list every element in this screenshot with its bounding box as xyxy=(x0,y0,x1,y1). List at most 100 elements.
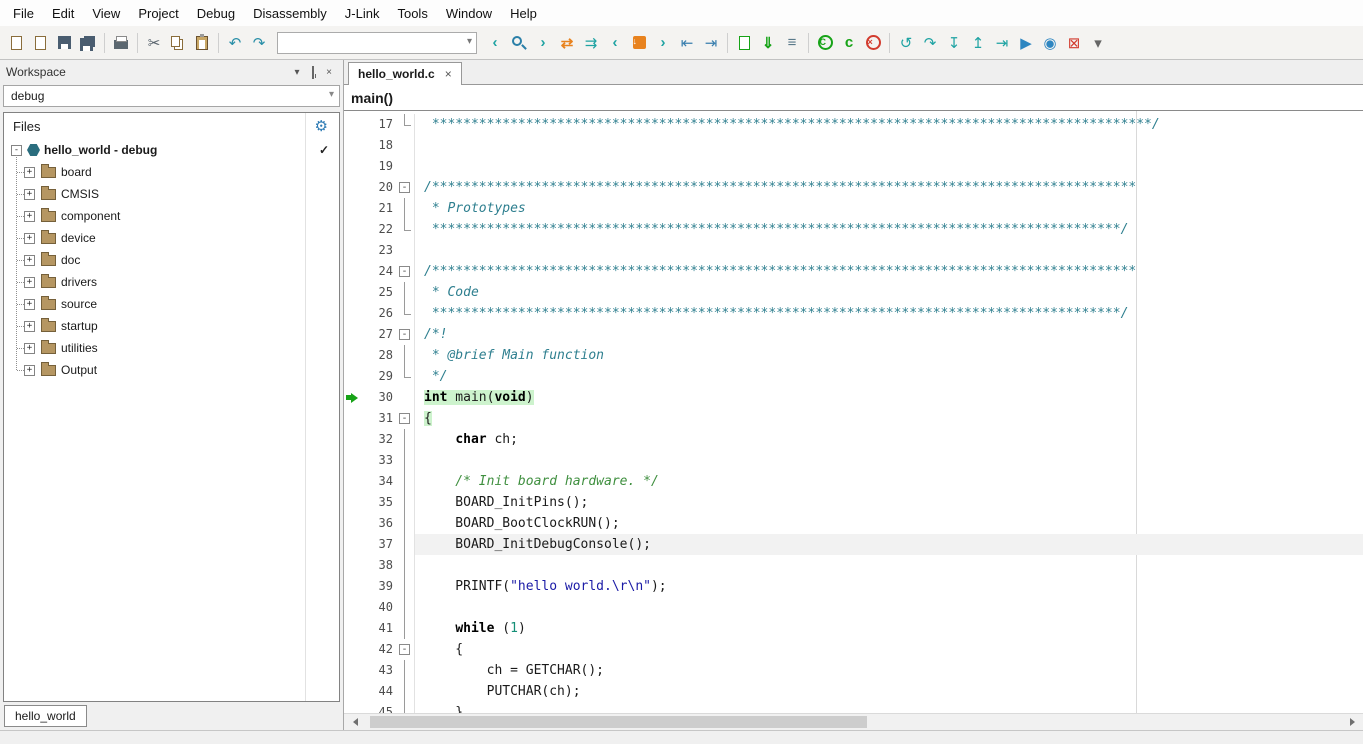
download-and-debug-button[interactable]: ⇓ xyxy=(756,31,780,55)
tree-item-drivers[interactable]: +drivers xyxy=(4,271,339,293)
print-button[interactable] xyxy=(109,31,133,55)
tab-close-icon[interactable]: × xyxy=(445,67,452,81)
tree-item-output[interactable]: +Output xyxy=(4,359,339,381)
paste-button[interactable] xyxy=(190,31,214,55)
break-button[interactable]: ◉ xyxy=(1038,31,1062,55)
expand-icon[interactable]: + xyxy=(24,167,35,178)
gear-icon[interactable]: ⚙ xyxy=(315,117,328,135)
code-line-40[interactable]: 40 xyxy=(344,597,1363,618)
code-line-25[interactable]: 25 * Code xyxy=(344,282,1363,303)
expand-icon[interactable]: + xyxy=(24,189,35,200)
menu-item-debug[interactable]: Debug xyxy=(188,2,244,25)
workspace-tab-hello-world[interactable]: hello_world xyxy=(4,705,87,727)
code-line-19[interactable]: 19 xyxy=(344,156,1363,177)
code-line-43[interactable]: 43 ch = GETCHAR(); xyxy=(344,660,1363,681)
code-line-31[interactable]: 31-{ xyxy=(344,408,1363,429)
code-line-32[interactable]: 32 char ch; xyxy=(344,429,1363,450)
tree-item-cmsis[interactable]: +CMSIS xyxy=(4,183,339,205)
menu-item-edit[interactable]: Edit xyxy=(43,2,83,25)
save-all-button[interactable] xyxy=(76,31,100,55)
close-icon[interactable]: × xyxy=(321,67,337,78)
menu-item-file[interactable]: File xyxy=(4,2,43,25)
tree-item-source[interactable]: +source xyxy=(4,293,339,315)
menu-item-help[interactable]: Help xyxy=(501,2,546,25)
code-line-18[interactable]: 18 xyxy=(344,135,1363,156)
code-line-20[interactable]: 20-/************************************… xyxy=(344,177,1363,198)
code-line-38[interactable]: 38 xyxy=(344,555,1363,576)
menu-item-disassembly[interactable]: Disassembly xyxy=(244,2,336,25)
code-line-34[interactable]: 34 /* Init board hardware. */ xyxy=(344,471,1363,492)
replace-button[interactable]: ⇄ xyxy=(555,31,579,55)
fold-marker[interactable]: - xyxy=(396,177,414,198)
make-button[interactable] xyxy=(732,31,756,55)
fold-marker[interactable]: - xyxy=(396,261,414,282)
tree-item-doc[interactable]: +doc xyxy=(4,249,339,271)
save-button[interactable] xyxy=(52,31,76,55)
code-line-37[interactable]: 37 BOARD_InitDebugConsole(); xyxy=(344,534,1363,555)
expand-icon[interactable]: + xyxy=(24,255,35,266)
tree-item-board[interactable]: +board xyxy=(4,161,339,183)
undo-button[interactable]: ↶ xyxy=(223,31,247,55)
code-line-42[interactable]: 42- { xyxy=(344,639,1363,660)
code-line-22[interactable]: 22 *************************************… xyxy=(344,219,1363,240)
cut-button[interactable]: ✂ xyxy=(142,31,166,55)
menu-item-view[interactable]: View xyxy=(83,2,129,25)
code-line-28[interactable]: 28 * @brief Main function xyxy=(344,345,1363,366)
toggle-breakpoint-button[interactable]: ↓ xyxy=(627,31,651,55)
expand-icon[interactable]: + xyxy=(24,365,35,376)
tree-item-utilities[interactable]: +utilities xyxy=(4,337,339,359)
find-button[interactable] xyxy=(507,31,531,55)
menu-item-tools[interactable]: Tools xyxy=(388,2,436,25)
code-line-29[interactable]: 29 */ xyxy=(344,366,1363,387)
code-line-36[interactable]: 36 BOARD_BootClockRUN(); xyxy=(344,513,1363,534)
tree-item-component[interactable]: +component xyxy=(4,205,339,227)
next-bookmark-button[interactable]: ⇉ xyxy=(579,31,603,55)
collapse-icon[interactable]: - xyxy=(11,145,22,156)
scroll-left-button[interactable] xyxy=(344,714,362,730)
stop-build-button[interactable]: × xyxy=(861,31,885,55)
step-out-button[interactable]: ↥ xyxy=(966,31,990,55)
search-combo[interactable] xyxy=(277,32,477,54)
code-line-39[interactable]: 39 PRINTF("hello world.\r\n"); xyxy=(344,576,1363,597)
code-line-41[interactable]: 41 while (1) xyxy=(344,618,1363,639)
code-line-27[interactable]: 27-/*! xyxy=(344,324,1363,345)
code-line-35[interactable]: 35 BOARD_InitPins(); xyxy=(344,492,1363,513)
expand-icon[interactable]: + xyxy=(24,343,35,354)
expand-icon[interactable]: + xyxy=(24,299,35,310)
scroll-right-button[interactable] xyxy=(1345,714,1363,730)
expand-icon[interactable]: + xyxy=(24,211,35,222)
fold-marker[interactable]: - xyxy=(396,408,414,429)
code-line-17[interactable]: 17 *************************************… xyxy=(344,114,1363,135)
pin-icon[interactable] xyxy=(305,67,321,78)
expand-icon[interactable]: + xyxy=(24,277,35,288)
code-line-45[interactable]: 45 } xyxy=(344,702,1363,713)
horizontal-scrollbar[interactable] xyxy=(344,713,1363,730)
navigate-forward-button[interactable]: › xyxy=(651,31,675,55)
reset-button[interactable]: ↺ xyxy=(894,31,918,55)
run-to-cursor-button[interactable]: ⇥ xyxy=(990,31,1014,55)
disassembly-window-button[interactable]: ≡ xyxy=(780,31,804,55)
find-next-button[interactable]: › xyxy=(531,31,555,55)
menu-item-window[interactable]: Window xyxy=(437,2,501,25)
code-line-23[interactable]: 23 xyxy=(344,240,1363,261)
expand-icon[interactable]: + xyxy=(24,321,35,332)
code-line-26[interactable]: 26 *************************************… xyxy=(344,303,1363,324)
toolbar-overflow-button[interactable]: ▾ xyxy=(1086,31,1110,55)
tree-item-device[interactable]: +device xyxy=(4,227,339,249)
open-file-button[interactable] xyxy=(28,31,52,55)
redo-button[interactable]: ↷ xyxy=(247,31,271,55)
compile-button[interactable]: C xyxy=(813,31,837,55)
scrollbar-thumb[interactable] xyxy=(370,716,867,728)
navigate-backward-button[interactable]: ‹ xyxy=(603,31,627,55)
fold-marker[interactable]: - xyxy=(396,639,414,660)
copy-button[interactable] xyxy=(166,31,190,55)
panel-menu-icon[interactable]: ▾ xyxy=(289,67,305,78)
previous-location-button[interactable]: ⇤ xyxy=(675,31,699,55)
stop-debug-button[interactable]: ⊠ xyxy=(1062,31,1086,55)
code-line-44[interactable]: 44 PUTCHAR(ch); xyxy=(344,681,1363,702)
code-line-21[interactable]: 21 * Prototypes xyxy=(344,198,1363,219)
step-into-button[interactable]: ↧ xyxy=(942,31,966,55)
compile-file-button[interactable]: c xyxy=(837,31,861,55)
editor-tab-hello-world-c[interactable]: hello_world.c × xyxy=(348,62,462,85)
code-line-30[interactable]: 30int main(void) xyxy=(344,387,1363,408)
